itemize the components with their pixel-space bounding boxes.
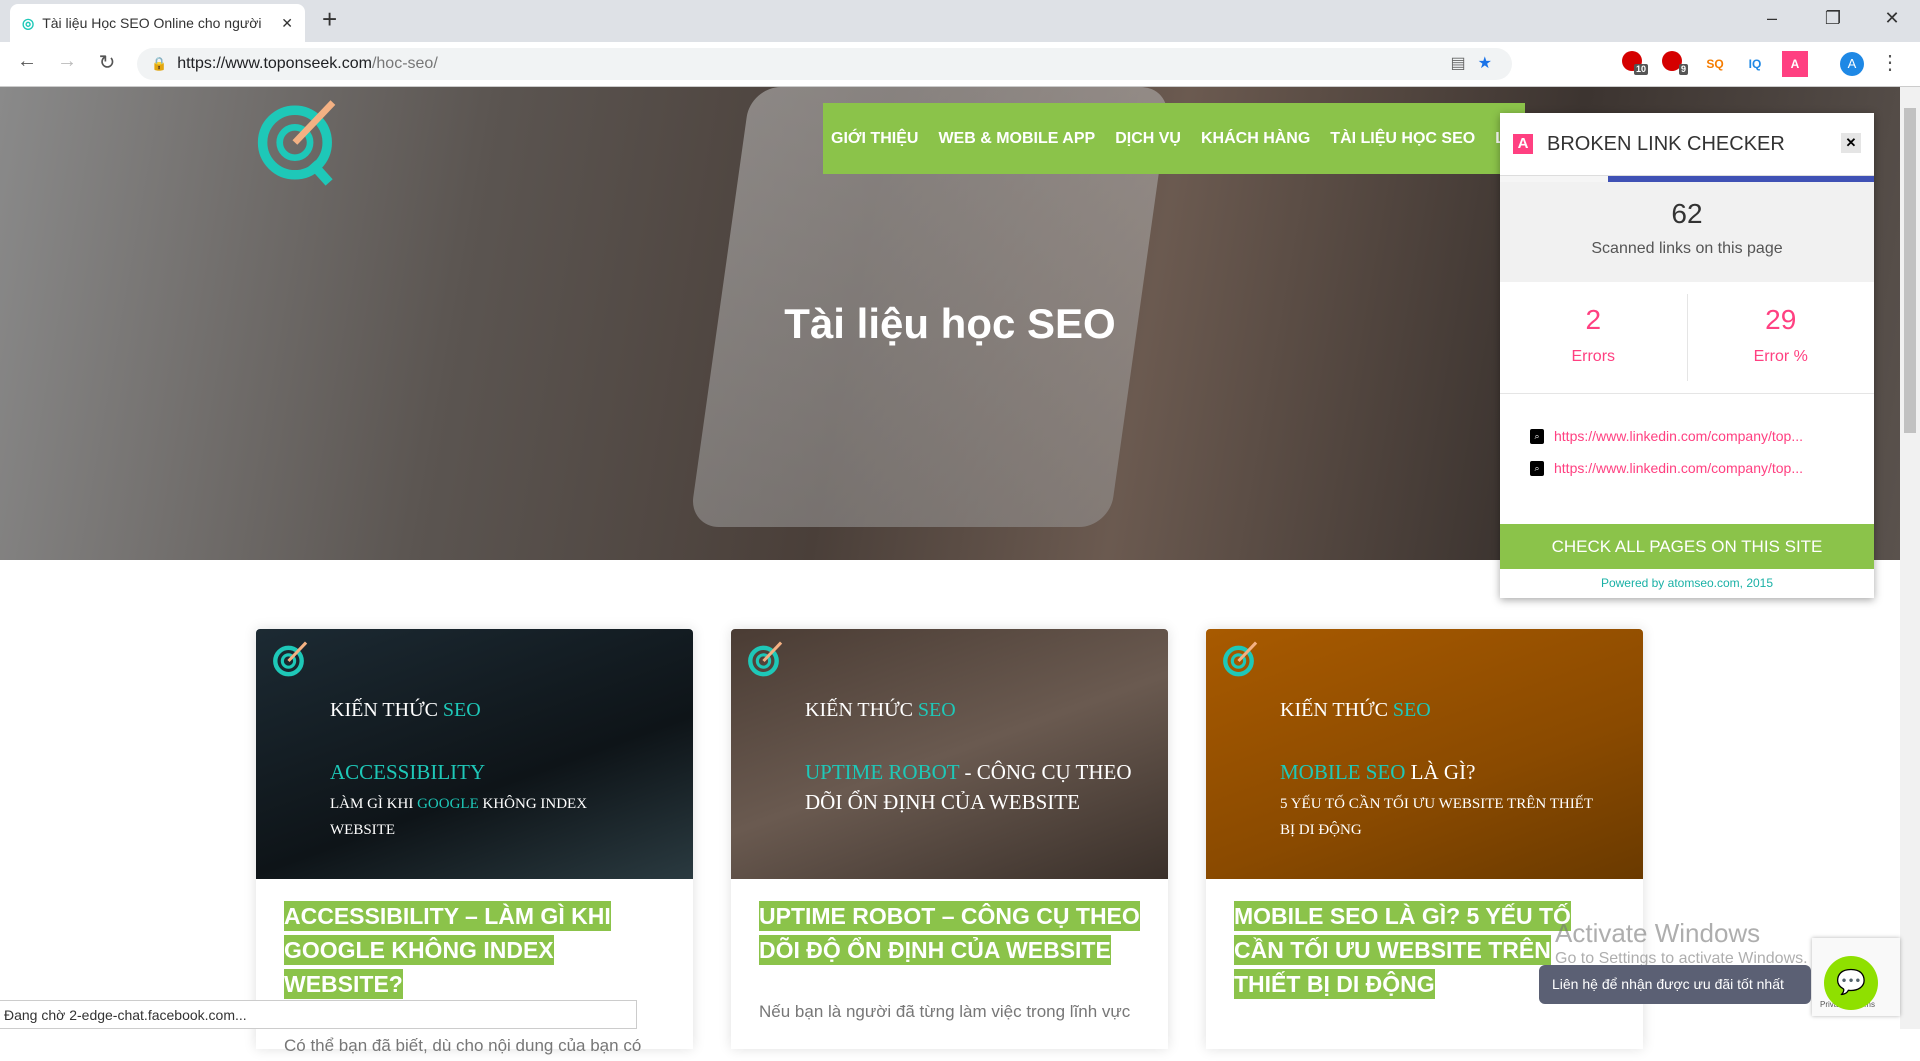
card-subheadline: LÀM GÌ KHI GOOGLE KHÔNG INDEX WEBSITE [330, 791, 650, 843]
card-image[interactable]: KIẾN THỨC SEO UPTIME ROBOT - CÔNG CỤ THEO… [731, 629, 1168, 879]
extension-seoquake-icon[interactable]: SQ [1702, 51, 1728, 77]
errors-count: 2 [1585, 304, 1602, 335]
nav-item[interactable]: TÀI LIỆU HỌC SEO [1330, 130, 1475, 148]
category-highlight: SEO [442, 699, 481, 721]
headline-highlight: ACCESSIBILITY [330, 760, 486, 784]
broken-link-url[interactable]: https://www.linkedin.com/company/top... [1554, 428, 1803, 444]
headline-text: LÀ GÌ? [1405, 760, 1476, 784]
card-headline: UPTIME ROBOT - CÔNG CỤ THEO DÕI ỔN ĐỊNH … [805, 757, 1145, 817]
new-tab-button[interactable]: + [322, 4, 337, 35]
headline-highlight: MOBILE SEO [1280, 760, 1406, 784]
extension-label: SQ [1706, 57, 1724, 71]
tab-title: Tài liệu Học SEO Online cho người [42, 15, 262, 31]
broken-link-item[interactable]: ⌕ https://www.linkedin.com/company/top... [1530, 428, 1874, 444]
search-document-icon: ⌕ [1530, 460, 1544, 476]
extension-badge: 10 [1633, 64, 1648, 75]
card-headline: MOBILE SEO LÀ GÌ? [1280, 757, 1620, 787]
scrollbar-thumb[interactable] [1904, 108, 1916, 433]
category-highlight: SEO [1392, 699, 1431, 721]
nav-item[interactable]: GIỚI THIỆU [831, 130, 918, 148]
card-logo-icon [273, 641, 308, 677]
nav-item[interactable]: KHÁCH HÀNG [1201, 130, 1310, 148]
reload-button[interactable]: ↻ [92, 50, 122, 75]
subheadline-highlight: GOOGLE [417, 796, 479, 812]
category-text: KIẾN THỨC [805, 699, 918, 721]
close-window-button[interactable]: ✕ [1872, 8, 1912, 29]
status-bar: Đang chờ 2-edge-chat.facebook.com... [0, 1000, 637, 1029]
card-title[interactable]: UPTIME ROBOT – CÔNG CỤ THEO DÕI ĐỘ ỔN ĐỊ… [759, 899, 1140, 967]
subheadline-text: 5 YẾU TỐ CẦN TỐI ƯU WEBSITE TRÊN THIẾT B… [1280, 796, 1593, 838]
lock-icon: 🔒 [151, 56, 168, 71]
extension-atomseo-icon[interactable]: A [1782, 51, 1808, 77]
scan-progress-fill [1608, 176, 1874, 182]
extension-badge: 9 [1678, 64, 1688, 75]
card-logo-icon [1223, 641, 1258, 677]
nav-item[interactable]: WEB & MOBILE APP [938, 130, 1095, 148]
extension-adblock-icon[interactable]: 9 [1662, 51, 1688, 75]
hero-title: Tài liệu học SEO [784, 300, 1116, 347]
atomseo-logo-icon: A [1513, 134, 1533, 154]
errors-label: Errors [1571, 348, 1616, 365]
card-category: KIẾN THỨC SEO [805, 699, 956, 722]
card-category: KIẾN THỨC SEO [1280, 699, 1431, 722]
card-image[interactable]: KIẾN THỨC SEO ACCESSIBILITY LÀM GÌ KHI GOO… [256, 629, 693, 879]
profile-avatar[interactable]: A [1840, 52, 1864, 76]
card-headline: ACCESSIBILITY [330, 757, 670, 787]
scan-progress [1500, 175, 1874, 182]
chat-bubble-icon[interactable]: 💬 [1824, 956, 1878, 1010]
card-subheadline: 5 YẾU TỐ CẦN TỐI ƯU WEBSITE TRÊN THIẾT B… [1280, 791, 1600, 843]
scanned-count: 62 [1671, 198, 1703, 229]
card-logo-icon [748, 641, 783, 677]
card-excerpt: Nếu bạn là người đã từng làm việc trong … [759, 1002, 1131, 1021]
close-icon[interactable]: ✕ [1841, 133, 1861, 153]
broken-link-url[interactable]: https://www.linkedin.com/company/top... [1554, 460, 1803, 476]
main-nav: GIỚI THIỆU WEB & MOBILE APP DỊCH VỤ KHÁCH H… [823, 103, 1525, 174]
card-title-text[interactable]: ACCESSIBILITY – LÀM GÌ KHI GOOGLE KHÔNG … [284, 901, 611, 999]
check-all-pages-button[interactable]: CHECK ALL PAGES ON THIS SITE [1500, 524, 1874, 569]
error-percent: 29 [1765, 304, 1797, 335]
broken-link-item[interactable]: ⌕ https://www.linkedin.com/company/top... [1530, 460, 1874, 476]
article-card[interactable]: KIẾN THỨC SEO ACCESSIBILITY LÀM GÌ KHI GOO… [256, 629, 693, 1055]
headline-highlight: UPTIME ROBOT [805, 760, 960, 784]
extension-ext-red-10-icon[interactable]: 10 [1622, 51, 1648, 75]
bookmark-star-icon[interactable]: ★ [1478, 53, 1492, 73]
search-document-icon: ⌕ [1530, 428, 1544, 444]
card-title-text[interactable]: MOBILE SEO LÀ GÌ? 5 YẾU TỐ CẦN TỐI ƯU WE… [1234, 901, 1571, 999]
chat-tooltip: Liên hệ để nhận được ưu đãi tốt nhất [1539, 965, 1811, 1004]
minimize-button[interactable]: – [1752, 8, 1792, 29]
subheadline-text: LÀM GÌ KHI [330, 796, 418, 812]
card-image[interactable]: KIẾN THỨC SEO MOBILE SEO LÀ GÌ? 5 YẾU TỐ C… [1206, 629, 1643, 879]
article-card[interactable]: KIẾN THỨC SEO UPTIME ROBOT - CÔNG CỤ THEO… [731, 629, 1168, 1049]
card-title-text[interactable]: UPTIME ROBOT – CÔNG CỤ THEO DÕI ĐỘ ỔN ĐỊ… [759, 901, 1140, 965]
extension-label: A [1790, 57, 1800, 71]
extension-iq-icon[interactable]: IQ [1742, 51, 1768, 77]
extension-label: IQ [1748, 57, 1762, 71]
category-highlight: SEO [917, 699, 956, 721]
site-logo[interactable] [255, 95, 350, 190]
nav-item[interactable]: DỊCH VỤ [1115, 130, 1181, 148]
card-category: KIẾN THỨC SEO [330, 699, 481, 722]
favicon-icon: ◎ [22, 14, 35, 31]
forward-button[interactable]: → [52, 50, 82, 73]
scanned-label: Scanned links on this page [1591, 240, 1783, 257]
url-path: /hoc-seo/ [371, 55, 438, 72]
back-button[interactable]: ← [12, 50, 42, 73]
browser-tab[interactable]: ◎ Tài liệu Học SEO Online cho người ✕ [10, 4, 305, 42]
card-title[interactable]: ACCESSIBILITY – LÀM GÌ KHI GOOGLE KHÔNG … [284, 899, 665, 1001]
card-excerpt: Có thể bạn đã biết, dù cho nội dung của … [284, 1036, 642, 1055]
translate-icon[interactable]: ▤ [1451, 53, 1466, 73]
activate-windows-watermark: Activate Windows [1555, 918, 1761, 948]
powered-by-link[interactable]: Powered by atomseo.com, 2015 [1500, 576, 1874, 590]
category-text: KIẾN THỨC [1280, 699, 1393, 721]
broken-link-checker-panel: A BROKEN LINK CHECKER ✕ 62 Scanned links… [1500, 113, 1874, 598]
error-percent-label: Error % [1753, 348, 1808, 365]
panel-title: BROKEN LINK CHECKER [1547, 132, 1785, 155]
url-host: https://www.toponseek.com [177, 55, 372, 72]
close-tab-icon[interactable]: ✕ [281, 15, 293, 32]
address-bar[interactable]: 🔒 https://www.toponseek.com /hoc-seo/ ▤ … [137, 48, 1512, 80]
category-text: KIẾN THỨC [330, 699, 443, 721]
maximize-button[interactable]: ❐ [1813, 8, 1853, 29]
menu-icon[interactable]: ⋮ [1880, 50, 1900, 75]
